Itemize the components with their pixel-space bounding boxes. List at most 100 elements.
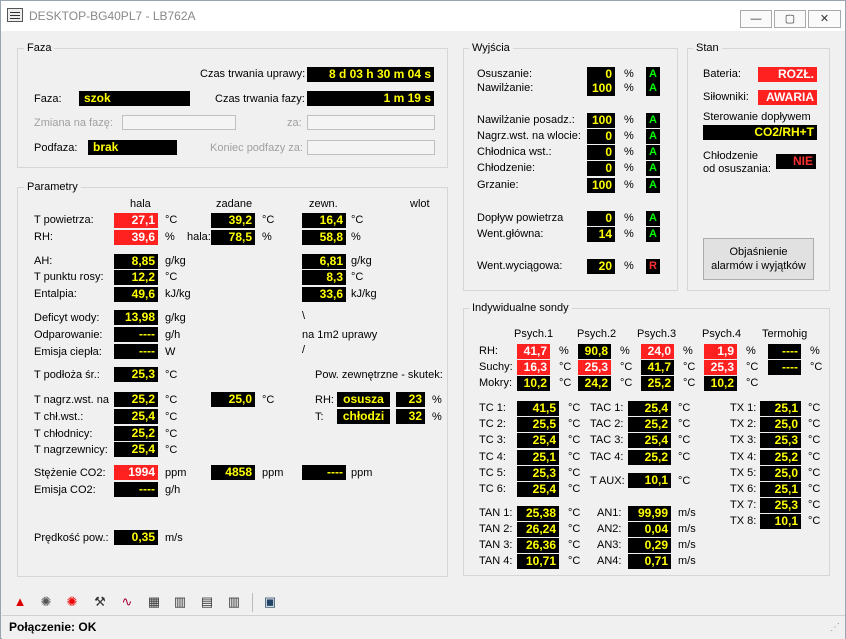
main-window: DESKTOP-BG40PL7 - LB762A — ▢ ✕ Faza Czas… [0,0,846,639]
unit: °C [568,418,581,430]
tx-value: 25,0 [760,417,801,432]
output-mode-indicator: A [646,113,660,128]
sondy-group-label: Indywidualne sondy [469,302,572,314]
probe-value: 16,3 [517,360,550,375]
od-value: ---- [114,327,158,342]
button-line-2: alarmów i wyjątków [711,260,806,272]
unit: °C [165,271,178,283]
pp-label: Prędkość pow.: [34,532,109,544]
unit: °C [568,507,581,519]
rh-hala: 39,6 [114,230,158,245]
tn-zadane: 25,0 [211,392,255,407]
tan-value: 10,71 [517,554,559,569]
alarm-explanation-button[interactable]: Objaśnienie alarmów i wyjątków [703,238,814,280]
monitor-icon[interactable]: ▣ [262,594,278,610]
taux-label: T AUX: [590,475,625,487]
tc-label: TC 4: [479,451,506,463]
tools-icon[interactable]: ⚒ [92,594,108,610]
koniec-podfazy-label: Koniec podfazy za: [210,142,303,154]
ah-label: AH: [34,255,53,267]
pz-rh-label: RH: [315,394,334,406]
unit: m/s [678,555,696,567]
en-zewn: 33,6 [302,287,346,302]
unit: ppm [165,467,187,479]
unit: °C [165,214,178,226]
en-label: Entalpia: [34,288,77,300]
tx-label: TX 2: [730,418,757,430]
manual-icon[interactable]: ▥ [226,594,242,610]
unit: °C [746,361,759,373]
chlodzenie-value: NIE [776,154,816,169]
tc-label: TC 5: [479,467,506,479]
table-icon[interactable]: ▦ [146,594,162,610]
parametry-group-label: Parametry [24,181,81,193]
chart-icon[interactable]: ∿ [119,594,135,610]
pz-label: Pow. zewnętrzne - skutek: [315,369,443,381]
unit: °C [568,523,581,535]
unit: °C [568,434,581,446]
unit: m/s [678,523,696,535]
unit: °C [808,515,821,527]
tp-hala: 27,1 [114,213,158,228]
an-value: 0,71 [628,554,671,569]
connection-status: Połączenie: OK [9,620,97,634]
resize-grip-icon[interactable]: ⋰ [830,622,840,633]
tc-value: 41,5 [517,401,559,416]
unit: % [262,231,272,243]
document-icon[interactable]: ▤ [199,594,215,610]
unit: % [165,231,175,243]
zmiana-fazy-input[interactable] [122,115,236,130]
unit: °C [559,361,572,373]
rh-label: RH: [34,231,53,243]
unit: g/kg [351,255,372,267]
unit: °C [620,361,633,373]
pp-value: 0,35 [114,530,158,545]
unit: g/h [165,329,181,341]
window-title: DESKTOP-BG40PL7 - LB762A [29,9,196,23]
koniec-podfazy-input[interactable] [307,140,435,155]
unit: °C [683,377,696,389]
unit: °C [165,428,178,440]
sondy-suchy-label: Suchy: [479,361,513,373]
output-label: Grzanie: [477,179,519,191]
tx-label: TX 1: [730,402,757,414]
button-line-1: Objaśnienie [729,246,788,258]
gear-icon[interactable]: ✺ [38,594,54,610]
toolbar-separator [252,593,253,612]
book-icon[interactable]: ▥ [172,594,188,610]
output-label: Nawilżanie posadz.: [477,114,575,126]
probe-value: 10,2 [704,376,737,391]
taux-value: 10,1 [628,473,671,488]
tps-label: T podłoża śr.: [34,369,100,381]
tx-value: 25,1 [760,482,801,497]
an-value: 0,29 [628,538,671,553]
tx-label: TX 7: [730,499,757,511]
unit: % [620,345,630,357]
czas-fazy-label: Czas trwania fazy: [215,93,305,105]
output-mode-indicator: A [646,145,660,160]
tx-label: TX 4: [730,451,757,463]
app-icon [7,8,23,22]
tx-value: 25,3 [760,433,801,448]
za-input[interactable] [307,115,435,130]
unit: °C [678,475,691,487]
probe-value: ---- [768,344,801,359]
maximize-button[interactable]: ▢ [774,10,806,28]
unit: g/kg [165,255,186,267]
unit: °C [351,214,364,226]
minimize-button[interactable]: — [740,10,772,28]
tan-label: TAN 1: [479,507,513,519]
tac-label: TAC 1: [590,402,624,414]
rh-zewn: 58,8 [302,230,346,245]
red-gear-icon[interactable]: ✺ [64,594,80,610]
output-label: Dopływ powietrza [477,212,564,224]
alarm-light-icon[interactable]: ▲ [12,594,28,610]
sterowanie-value: CO2/RH+T [703,125,817,140]
tac-label: TAC 3: [590,434,624,446]
close-button[interactable]: ✕ [808,10,841,28]
tp-label: T powietrza: [34,214,94,226]
probe-value: 90,8 [578,344,611,359]
output-mode-indicator: A [646,227,660,242]
unit: % [624,82,634,94]
unit: °C [559,377,572,389]
